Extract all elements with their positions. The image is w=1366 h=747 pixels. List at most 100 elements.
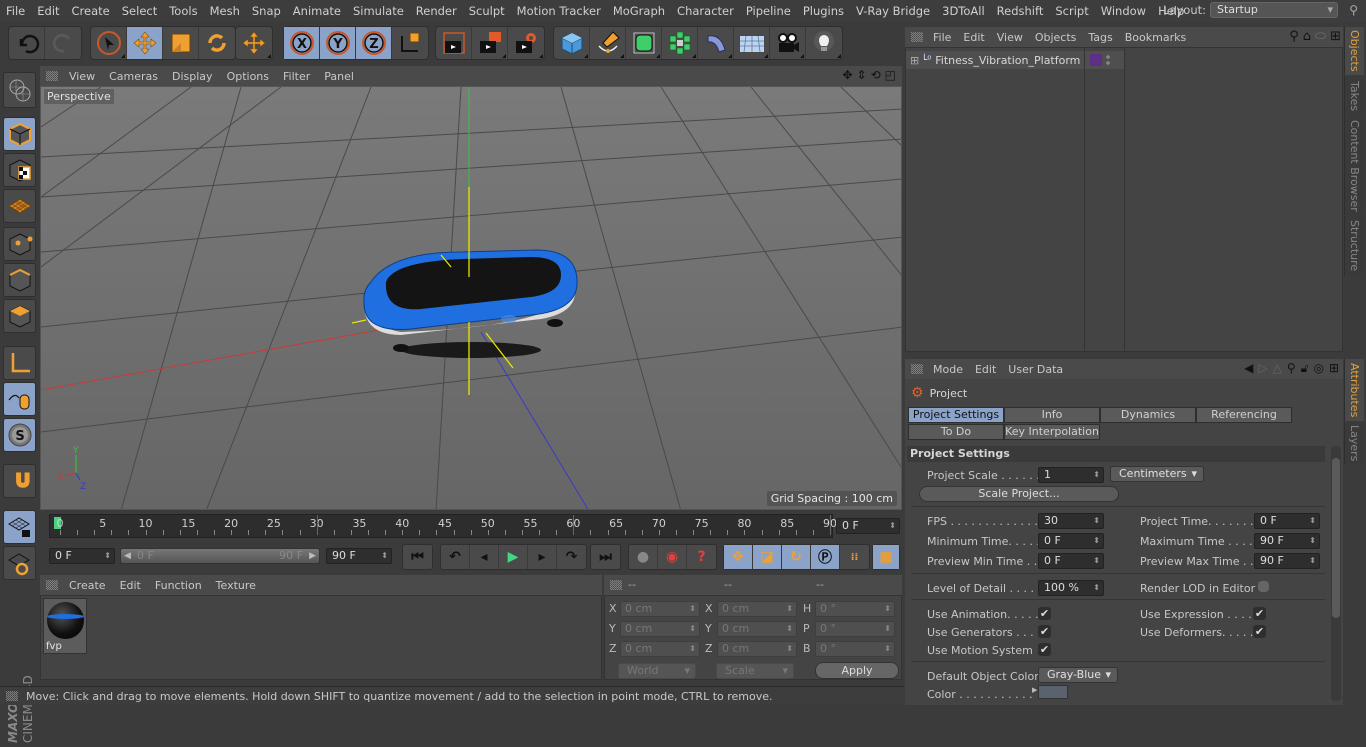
solo-mode-icon[interactable]: S xyxy=(3,418,36,452)
current-frame-field[interactable]: 0 F ⬍ xyxy=(836,518,900,534)
edges-mode-icon[interactable] xyxy=(3,263,36,297)
workplane-mode-icon[interactable] xyxy=(3,189,36,223)
menu-3dtoall[interactable]: 3DToAll xyxy=(936,4,991,18)
menu-select[interactable]: Select xyxy=(116,4,163,18)
menu-redshift[interactable]: Redshift xyxy=(991,4,1050,18)
use-generators-checkbox[interactable]: ✔ xyxy=(1038,625,1051,638)
menu-tools[interactable]: Tools xyxy=(163,4,203,18)
dolly-view-icon[interactable]: ⇕ xyxy=(857,68,867,82)
up-arrow-icon[interactable]: △ xyxy=(1273,361,1282,376)
project-scale-unit-dropdown[interactable]: Centimeters xyxy=(1110,466,1204,482)
search-icon[interactable]: ⚲ xyxy=(1287,361,1296,376)
use-deformers-checkbox[interactable]: ✔ xyxy=(1253,625,1266,638)
menu-character[interactable]: Character xyxy=(671,4,740,18)
back-arrow-icon[interactable]: ◀ xyxy=(1244,361,1253,376)
material-menu-texture[interactable]: Texture xyxy=(209,579,263,592)
snap-magnet-icon[interactable] xyxy=(3,464,36,498)
menu-script[interactable]: Script xyxy=(1049,4,1094,18)
goto-end-icon[interactable]: ⏭ xyxy=(591,545,620,569)
material-menu-edit[interactable]: Edit xyxy=(113,579,148,592)
grip-icon[interactable] xyxy=(911,32,923,42)
use-motion-system-checkbox[interactable]: ✔ xyxy=(1038,643,1051,656)
menu-file[interactable]: File xyxy=(0,4,31,18)
menu-simulate[interactable]: Simulate xyxy=(347,4,410,18)
points-mode-icon[interactable] xyxy=(3,227,36,261)
use-expression-checkbox[interactable]: ✔ xyxy=(1253,607,1266,620)
object-menu-file[interactable]: File xyxy=(927,31,957,44)
toggle-layout-icon[interactable]: ◰ xyxy=(885,68,896,82)
scale-icon[interactable] xyxy=(163,27,199,59)
floor-icon[interactable] xyxy=(734,27,770,59)
menu-create[interactable]: Create xyxy=(66,4,116,18)
z-axis-lock-icon[interactable]: Z xyxy=(356,27,392,59)
perspective-navigation-icon[interactable] xyxy=(3,72,36,108)
viewport-menu-cameras[interactable]: Cameras xyxy=(102,70,165,83)
side-tab-structure[interactable]: Structure xyxy=(1344,216,1364,276)
coordinate-mode-dropdown[interactable]: World xyxy=(618,663,696,679)
column-divider[interactable] xyxy=(1084,48,1085,351)
attribute-menu-edit[interactable]: Edit xyxy=(969,363,1002,376)
column-divider[interactable] xyxy=(1124,48,1125,351)
menu-pipeline[interactable]: Pipeline xyxy=(740,4,797,18)
size-x-field[interactable]: 0 cm xyxy=(717,601,797,617)
render-lod-checkbox[interactable] xyxy=(1258,581,1269,592)
side-tab-content-browser[interactable]: Content Browser xyxy=(1344,117,1364,215)
object-menu-bookmarks[interactable]: Bookmarks xyxy=(1119,31,1192,44)
position-z-field[interactable]: 0 cm xyxy=(620,641,700,657)
next-frame-icon[interactable]: ▸ xyxy=(528,545,557,569)
axis-mode-icon[interactable] xyxy=(3,346,36,380)
timeline-window-icon[interactable]: ▦ xyxy=(873,545,899,569)
previous-frame-icon[interactable]: ◂ xyxy=(470,545,499,569)
rotation-b-field[interactable]: 0 ° xyxy=(815,641,895,657)
timeline-ruler[interactable]: 051015202530354045505560657075808590 xyxy=(49,514,837,538)
tab-project-settings[interactable]: Project Settings xyxy=(908,407,1004,423)
tab-key-interpolation[interactable]: Key Interpolation xyxy=(1004,424,1100,440)
render-picture-viewer-icon[interactable] xyxy=(472,27,508,59)
use-animation-checkbox[interactable]: ✔ xyxy=(1038,607,1051,620)
menu-mesh[interactable]: Mesh xyxy=(204,4,246,18)
cloner-icon[interactable] xyxy=(662,27,698,59)
recent-tool-icon[interactable] xyxy=(236,27,272,59)
3d-viewport[interactable]: Y X Z Perspective Grid Spacing : 100 cm xyxy=(40,86,902,510)
key-point-level-icon[interactable]: ⁞⁞ xyxy=(840,545,869,569)
range-right-arrow-icon[interactable]: ▶ xyxy=(309,549,316,563)
menu-mograph[interactable]: MoGraph xyxy=(607,4,671,18)
side-tab-takes[interactable]: Takes xyxy=(1344,76,1364,116)
object-menu-objects[interactable]: Objects xyxy=(1029,31,1083,44)
object-menu-view[interactable]: View xyxy=(991,31,1029,44)
position-x-field[interactable]: 0 cm xyxy=(620,601,700,617)
tab-dynamics[interactable]: Dynamics xyxy=(1100,407,1196,423)
key-rotation-icon[interactable]: ↻ xyxy=(782,545,811,569)
search-icon[interactable]: ⚲ xyxy=(1289,29,1299,44)
workplane-lock-icon[interactable] xyxy=(3,510,36,544)
move-icon[interactable] xyxy=(127,27,163,59)
tweak-mode-icon[interactable] xyxy=(3,382,36,416)
material-tag-icon[interactable] xyxy=(1090,54,1102,66)
viewport-menu-panel[interactable]: Panel xyxy=(317,70,361,83)
forward-arrow-icon[interactable]: ▷ xyxy=(1258,361,1267,376)
live-selection-icon[interactable] xyxy=(91,27,127,59)
minimum-time-field[interactable]: 0 F xyxy=(1038,533,1104,549)
autokey-icon[interactable]: ◉ xyxy=(658,545,687,569)
menu-edit[interactable]: Edit xyxy=(31,4,65,18)
project-time-field[interactable]: 0 F xyxy=(1254,513,1320,529)
render-view-icon[interactable] xyxy=(436,27,472,59)
menu-animate[interactable]: Animate xyxy=(287,4,347,18)
size-mode-dropdown[interactable]: Scale xyxy=(716,663,794,679)
tab-info[interactable]: Info xyxy=(1004,407,1100,423)
pen-spline-icon[interactable] xyxy=(590,27,626,59)
apply-button[interactable]: Apply xyxy=(815,662,899,679)
coordinate-system-icon[interactable] xyxy=(392,27,428,59)
tab-referencing[interactable]: Referencing xyxy=(1196,407,1292,423)
key-position-icon[interactable]: ✥ xyxy=(724,545,753,569)
home-icon[interactable]: ⌂ xyxy=(1303,29,1311,44)
deformer-icon[interactable] xyxy=(698,27,734,59)
menu-window[interactable]: Window xyxy=(1095,4,1152,18)
position-y-field[interactable]: 0 cm xyxy=(620,621,700,637)
record-keyframe-disabled-icon[interactable]: ● xyxy=(629,545,658,569)
new-window-icon[interactable]: ⊞ xyxy=(1329,361,1339,376)
camera-icon[interactable] xyxy=(770,27,806,59)
fps-field[interactable]: 30 xyxy=(1038,513,1104,529)
play-forward-icon[interactable]: ▶ xyxy=(499,545,528,569)
start-frame-field[interactable]: 0 F ⬍ xyxy=(49,548,115,564)
